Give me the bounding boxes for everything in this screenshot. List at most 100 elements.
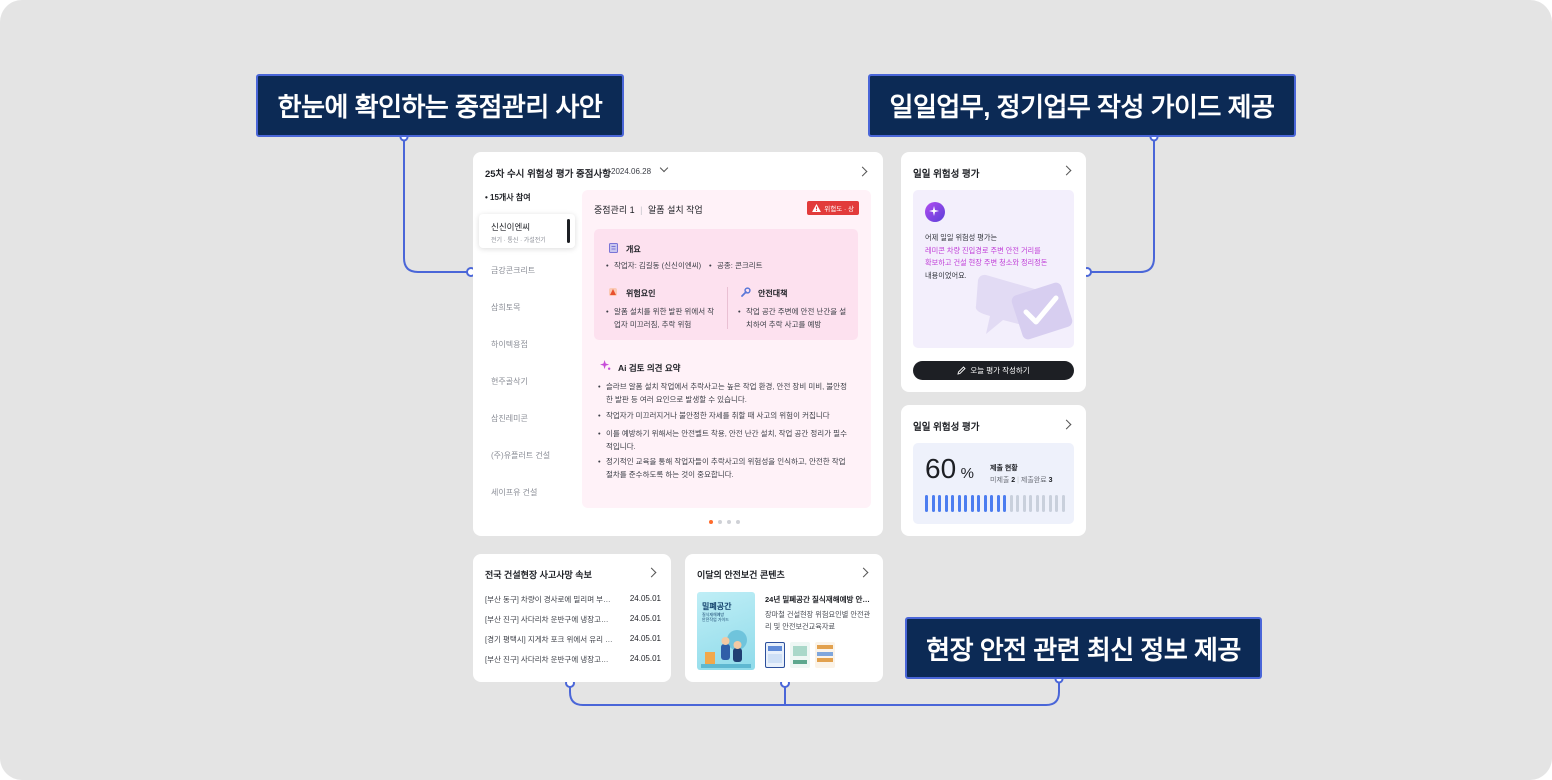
progress-segment-filled [938, 495, 941, 512]
progress-segment-filled [957, 495, 961, 512]
content-cover-image[interactable]: 밀폐공간 질식재해예방 안전작업 가이드 [697, 592, 755, 670]
callout-label: 현장 안전 관련 최신 정보 제공 [926, 634, 1241, 665]
callout-latest-info: 현장 안전 관련 최신 정보 제공 [905, 617, 1262, 679]
progress-segment-filled [996, 495, 1000, 512]
accident-news-card: 전국 건설현장 사고사망 속보 [부산 동구] 차량이 경사로에 밀리며 부딪힘… [473, 554, 671, 682]
risk-text: 알폼 설치를 위한 발판 위에서 작업자 미끄러짐, 추락 위험 [606, 305, 718, 331]
risk-level-badge: 위험도 · 상 [807, 201, 859, 215]
progress-segment-empty [1029, 495, 1032, 512]
progress-segment-empty [1016, 495, 1019, 512]
ai-summary-item: 정기적인 교육을 통해 작업자들이 추락사고의 위험성을 인식하고, 안전한 작… [598, 455, 853, 481]
progress-segment-filled [951, 495, 954, 512]
company-item[interactable]: 삼희토목 [491, 302, 520, 313]
progress-segment-empty [1035, 495, 1039, 512]
company-name: 신신이엔씨 [491, 222, 531, 232]
document-icon [609, 243, 618, 253]
cover-title: 밀폐공간 [702, 602, 732, 611]
progress-segment-empty [1022, 495, 1026, 512]
cover-subtitle: 질식재해예방 안전작업 가이드 [702, 612, 729, 622]
card-title: 일일 위험성 평가 [913, 169, 980, 180]
content-description: 장마철 건설현장 위험요인별 안전관리 및 안전보건교육자료 [765, 610, 871, 631]
card-title: 일일 위험성 평가 [913, 422, 980, 433]
overview-worker: 작업자: 김길동 (신신이엔씨) [606, 259, 701, 272]
company-trade: 전기 · 통신 · 가설전기 [491, 238, 546, 244]
progress-segment-empty [1055, 495, 1058, 512]
pencil-icon [957, 366, 966, 375]
selected-indicator [567, 219, 570, 243]
status-label: 제출 현황 [990, 465, 1018, 472]
warning-icon [812, 204, 822, 212]
card-title: 25차 수시 위험성 평가 중점사항 [485, 169, 612, 180]
safety-contents-card: 이달의 안전보건 콘텐츠 밀폐공간 질식재해예방 안전작업 가이드 24년 밀폐… [685, 554, 883, 682]
column-divider [727, 287, 728, 329]
progress-segment-filled [1003, 495, 1006, 512]
progress-segment-filled [970, 495, 974, 512]
chevron-down-icon[interactable] [659, 163, 669, 173]
company-item[interactable]: 현주골삭기 [491, 376, 528, 387]
callout-label: 일일업무, 정기업무 작성 가이드 제공 [889, 92, 1275, 122]
write-today-button[interactable]: 오늘 평가 작성하기 [913, 361, 1074, 380]
measure-title: 안전대책 [758, 289, 788, 298]
content-thumbnail[interactable] [790, 642, 810, 668]
ai-summary-item: 작업자가 미끄러지거나 불안정한 자세를 취할 때 사고의 위험이 커집니다 [598, 409, 853, 422]
chevron-right-icon[interactable] [857, 166, 868, 177]
chevron-right-icon[interactable] [646, 567, 657, 578]
company-item[interactable]: (주)유플러트 건설 [491, 450, 550, 461]
progress-segment-filled [964, 495, 967, 512]
progress-segment-empty [1061, 495, 1065, 512]
progress-segment-filled [925, 495, 928, 512]
wrench-icon [741, 287, 751, 297]
chevron-right-icon[interactable] [1061, 419, 1072, 430]
news-item[interactable]: [부산 동구] 차량이 경사로에 밀리며 부딪힘 24.05.01 [485, 594, 661, 605]
ai-sparkle-icon [925, 202, 945, 222]
participants-count: • 15개사 참여 [485, 193, 531, 202]
key-issues-card: 25차 수시 위험성 평가 중점사항 2024.06.28 • 15개사 참여 … [473, 152, 883, 536]
chevron-right-icon[interactable] [1061, 165, 1072, 176]
hazard-icon [609, 288, 617, 296]
content-thumbnail[interactable] [815, 642, 835, 668]
ai-summary-item: 슬라브 알폼 설치 작업에서 추락사고는 높은 작업 환경, 안전 장비 미비,… [598, 380, 853, 406]
content-thumbnail[interactable] [765, 642, 785, 668]
progress-segment-empty [1048, 495, 1052, 512]
detail-panel: 중점관리 1 | 알폼 설치 작업 위험도 · 상 개요 작업자: 김길동 (신… [582, 190, 871, 508]
chevron-right-icon[interactable] [858, 567, 869, 578]
measure-text: 작업 공간 주변에 안전 난간을 설치하여 추락 사고를 예방 [738, 305, 850, 331]
progress-segment-empty [1009, 495, 1013, 512]
status-panel: 60 % 제출 현황 미제출 2 | 제출완료 3 [913, 443, 1074, 524]
sparkle-icon [600, 360, 611, 370]
daily-summary-text: 어제 일일 위험성 평가는 레미콘 차량 진입경로 주변 안전 거리를 확보하고… [925, 233, 1048, 280]
divider: | [640, 205, 643, 215]
issue-summary-box: 개요 작업자: 김길동 (신신이엔씨) 공종: 콘크리트 위험요인 알폼 설치를… [594, 229, 858, 340]
company-item[interactable]: 금강콘크리트 [491, 265, 535, 276]
cover-illustration [701, 630, 751, 668]
company-item-selected[interactable]: 신신이엔씨 전기 · 통신 · 가설전기 [479, 214, 575, 248]
submission-percent: 60 % [925, 453, 974, 484]
page-dot-active[interactable] [709, 520, 713, 524]
callout-key-issues: 한눈에 확인하는 중점관리 사안 [256, 74, 624, 137]
ai-summary-item: 이를 예방하기 위해서는 안전벨트 착용, 안전 난간 설치, 작업 공간 정리… [598, 427, 853, 453]
daily-summary-panel: 어제 일일 위험성 평가는 레미콘 차량 진입경로 주변 안전 거리를 확보하고… [913, 190, 1074, 348]
overview-title: 개요 [626, 245, 641, 254]
company-item[interactable]: 하이텍용접 [491, 339, 528, 350]
progress-segment-filled [931, 495, 935, 512]
assessment-date: 2024.06.28 [611, 167, 652, 176]
card-title: 전국 건설현장 사고사망 속보 [485, 570, 592, 580]
card-title: 이달의 안전보건 콘텐츠 [697, 570, 785, 580]
news-item[interactable]: [부산 진구] 사다리차 운반구에 냉장고를 옮기다 떨어짐24.05.01 [485, 654, 661, 665]
news-item[interactable]: [경기 평택시] 지게차 포크 위에서 유리 패널 작업 중 떨어짐24.05.… [485, 634, 661, 645]
canvas: 한눈에 확인하는 중점관리 사안 일일업무, 정기업무 작성 가이드 제공 현장… [0, 0, 1552, 780]
page-dot[interactable] [718, 520, 722, 524]
company-item[interactable]: 세이프유 건설 [491, 487, 537, 498]
page-dot[interactable] [727, 520, 731, 524]
progress-segment-filled [944, 495, 948, 512]
page-dot[interactable] [736, 520, 740, 524]
submission-status-card: 일일 위험성 평가 60 % 제출 현황 미제출 2 | 제출완료 3 [901, 405, 1086, 536]
progress-segment-filled [977, 495, 980, 512]
callout-guide: 일일업무, 정기업무 작성 가이드 제공 [868, 74, 1296, 137]
news-item[interactable]: [부산 진구] 사다리차 운반구에 냉장고를 옮기다 떨어짐24.05.01 [485, 614, 661, 625]
content-title[interactable]: 24년 밀폐공간 질식재해예방 안전보건 자료 [765, 594, 871, 605]
company-item[interactable]: 삼진레미콘 [491, 413, 528, 424]
status-counts: 미제출 2 | 제출완료 3 [990, 477, 1053, 484]
progress-segment-filled [990, 495, 993, 512]
risk-title: 위험요인 [626, 289, 656, 298]
